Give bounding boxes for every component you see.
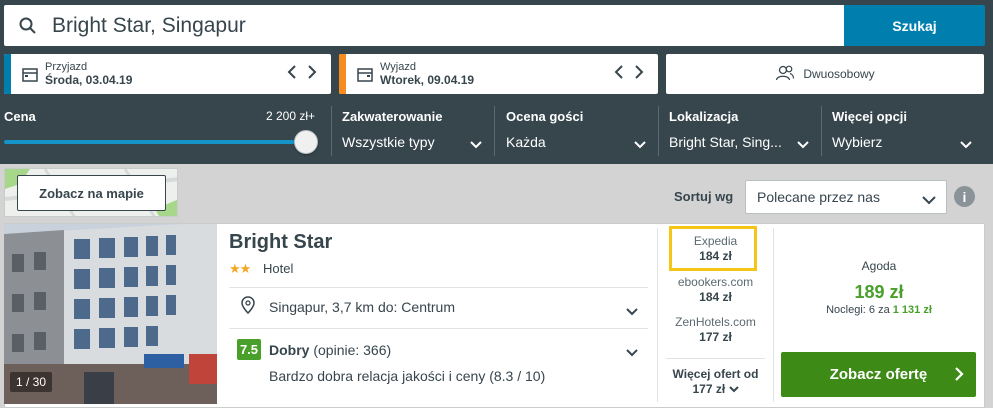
checkout-date[interactable]: Wyjazd Wtorek, 09.04.19 — [339, 54, 658, 94]
checkout-value: Wtorek, 09.04.19 — [380, 72, 475, 87]
checkin-date[interactable]: Przyjazd Środa, 03.04.19 — [4, 54, 331, 94]
offer-site: ZenHotels.com — [675, 315, 756, 329]
search-input[interactable]: Bright Star, Singapur — [4, 5, 844, 46]
checkin-text: Przyjazd Środa, 03.04.19 — [45, 61, 287, 88]
offer-price: 177 zł — [699, 330, 732, 344]
search-icon — [4, 17, 52, 35]
chevron-down-icon — [922, 192, 936, 208]
sort-value: Polecane przez nas — [757, 189, 880, 205]
more-offers-price-row: 177 zł — [666, 382, 765, 397]
view-deal-label: Zobacz ofertę — [829, 366, 928, 383]
rating-badge: 7.5 — [237, 339, 261, 360]
rating-reviews: (opinie: 366) — [313, 342, 392, 358]
view-deal-button[interactable]: Zobacz ofertę — [781, 352, 976, 397]
offer-price: 184 zł — [699, 249, 732, 263]
divider — [657, 228, 658, 402]
location-pin-icon — [241, 296, 255, 319]
sort-select[interactable]: Polecane przez nas — [745, 180, 947, 214]
best-deal-site: Agoda — [861, 259, 897, 273]
price-filter-value: 2 200 zł+ — [266, 109, 316, 123]
nights-prefix: Noclegi: 6 za — [826, 304, 893, 316]
checkin-value: Środa, 03.04.19 — [45, 72, 133, 87]
price-filter-label: Cena — [4, 109, 36, 124]
chevron-right-icon[interactable] — [307, 64, 317, 84]
hotel-name[interactable]: Bright Star — [229, 231, 332, 254]
filter-divider — [331, 106, 332, 156]
divider — [229, 328, 648, 329]
more-filter-value[interactable]: Wybierz — [832, 134, 882, 150]
chevron-down-icon[interactable] — [626, 344, 638, 362]
offer-site: Expedia — [693, 234, 738, 248]
accommodation-filter-value[interactable]: Wszystkie typy — [342, 134, 435, 150]
rating-summary: Dobry (opinie: 366) — [269, 342, 391, 358]
sort-label: Sortuj wg — [674, 189, 734, 204]
offer-price: 184 zł — [699, 290, 732, 304]
chevron-right-icon — [954, 366, 964, 386]
search-button[interactable]: Szukaj — [844, 5, 985, 46]
more-offers-price: 177 zł — [692, 382, 726, 396]
more-offers-button[interactable]: Więcej ofert od 177 zł — [666, 367, 765, 397]
more-filter-label: Więcej opcji — [832, 109, 908, 124]
guests-value: Dwuosobowy — [803, 67, 875, 81]
nights-total-price: 1 131 zł — [892, 304, 932, 316]
filter-divider — [821, 106, 822, 156]
divider — [229, 287, 648, 288]
filter-divider — [658, 106, 659, 156]
checkout-accent — [339, 54, 346, 94]
accommodation-filter-label: Zakwaterowanie — [342, 109, 443, 124]
chevron-down-icon[interactable] — [634, 136, 646, 154]
show-map-button[interactable]: Zobacz na mapie — [17, 175, 166, 211]
checkin-accent — [4, 54, 11, 94]
price-slider-track[interactable] — [4, 140, 308, 144]
photo-counter: 1 / 30 — [10, 372, 53, 392]
checkout-label: Wyjazd — [380, 60, 416, 73]
chevron-down-icon[interactable] — [626, 303, 638, 321]
hotel-location: Singapur, 3,7 km do: Centrum — [269, 299, 455, 315]
calendar-icon — [350, 67, 380, 82]
chevron-down-icon — [728, 382, 739, 396]
rating-filter-label: Ocena gości — [506, 109, 584, 124]
chevron-down-icon[interactable] — [960, 136, 972, 154]
location-filter-value[interactable]: Bright Star, Sing... — [669, 134, 782, 150]
offer-item[interactable]: ZenHotels.com 177 zł — [666, 315, 765, 345]
calendar-icon — [15, 67, 45, 82]
checkout-arrows — [614, 64, 644, 84]
chevron-left-icon[interactable] — [614, 64, 624, 84]
info-icon[interactable]: i — [954, 186, 975, 207]
location-filter-label: Lokalizacja — [669, 109, 739, 124]
filter-divider — [494, 106, 495, 156]
guests-selector[interactable]: Dwuosobowy — [666, 54, 984, 94]
search-query[interactable]: Bright Star, Singapur — [52, 14, 246, 38]
hotel-type: Hotel — [263, 261, 294, 276]
price-slider-handle[interactable] — [294, 130, 318, 154]
nights-total: Noclegi: 6 za 1 131 zł — [773, 304, 985, 316]
chevron-down-icon[interactable] — [797, 136, 809, 154]
chevron-right-icon[interactable] — [634, 64, 644, 84]
rating-word: Dobry — [269, 342, 310, 358]
divider — [666, 358, 765, 359]
offer-site: ebookers.com — [677, 275, 754, 289]
checkin-label: Przyjazd — [45, 60, 88, 73]
offer-item[interactable]: Expedia 184 zł — [666, 234, 765, 264]
chevron-left-icon[interactable] — [287, 64, 297, 84]
best-deal-price[interactable]: 189 zł — [773, 282, 985, 303]
offer-item[interactable]: ebookers.com 184 zł — [666, 275, 765, 305]
star-rating-icon: ★★ — [229, 261, 251, 276]
checkout-text: Wyjazd Wtorek, 09.04.19 — [380, 61, 614, 88]
rating-filter-value[interactable]: Każda — [506, 134, 546, 150]
chevron-down-icon[interactable] — [470, 136, 482, 154]
users-icon — [775, 65, 795, 84]
more-offers-label: Więcej ofert od — [672, 367, 759, 381]
checkin-arrows — [287, 64, 317, 84]
rating-detail: Bardzo dobra relacja jakości i ceny (8.3… — [269, 368, 546, 384]
